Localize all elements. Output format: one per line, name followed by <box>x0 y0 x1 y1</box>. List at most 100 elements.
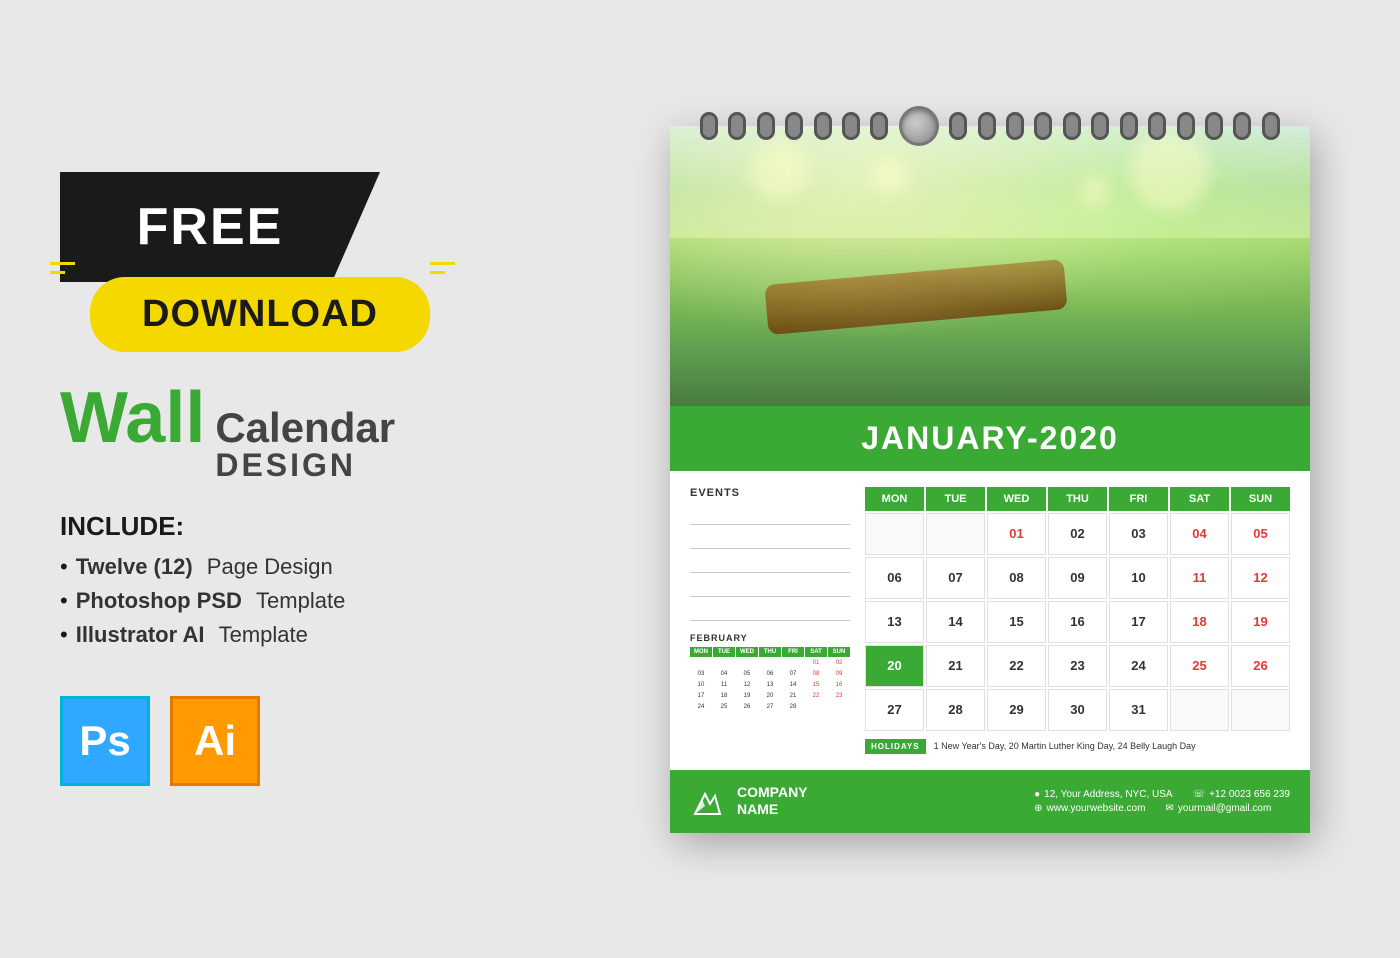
free-badge: FREE <box>60 172 380 282</box>
mini-cal-title: FEBRUARY <box>690 633 850 643</box>
day-cell: 23 <box>1048 645 1107 687</box>
include-title: INCLUDE: <box>60 511 640 542</box>
dash1 <box>50 262 75 265</box>
day-cell: 20 <box>865 645 924 687</box>
email: ✉ yourmail@gmail.com <box>1165 803 1271 814</box>
photoshop-icon-box: Ps <box>60 696 150 786</box>
day-cell <box>926 513 985 555</box>
dash2 <box>50 271 65 274</box>
coil <box>1091 112 1109 140</box>
free-text: FREE <box>137 197 284 257</box>
day-cell: 22 <box>987 645 1046 687</box>
mini-day: 24 <box>690 702 712 712</box>
title-wall: Wall <box>60 382 205 454</box>
day-cell: 30 <box>1048 689 1107 731</box>
phone-icon: ☏ <box>1193 789 1206 800</box>
day-cell: 14 <box>926 601 985 643</box>
phone: ☏ +12 0023 656 239 <box>1193 789 1290 800</box>
right-panel: JANUARY-2020 EVENTS FEBRUARY MONTUEWEDTH… <box>640 126 1340 833</box>
holidays-badge: HOLIDAYS <box>865 739 926 754</box>
mini-calendar: FEBRUARY MONTUEWEDTHUFRISATSUN0102030405… <box>690 633 850 712</box>
ai-label: Ai <box>194 717 236 765</box>
mini-day: 05 <box>736 669 758 679</box>
coil <box>978 112 996 140</box>
item-3-bold: Illustrator AI <box>76 622 205 648</box>
day-cell: 13 <box>865 601 924 643</box>
bokeh <box>1080 176 1110 206</box>
day-cell <box>865 513 924 555</box>
list-item: • Twelve (12) Page Design <box>60 554 640 580</box>
event-line <box>690 505 850 525</box>
day-cell: 15 <box>987 601 1046 643</box>
mini-day: 25 <box>713 702 735 712</box>
calendar-content: EVENTS FEBRUARY MONTUEWEDTHUFRISATSUN010… <box>690 487 1290 754</box>
mini-day: 07 <box>782 669 804 679</box>
mini-day: 13 <box>759 680 781 690</box>
holidays-text: 1 New Year's Day, 20 Martin Luther King … <box>934 741 1196 751</box>
mini-day <box>759 658 781 668</box>
day-headers: MONTUEWEDTHUFRISATSUN <box>865 487 1290 511</box>
list-item: • Photoshop PSD Template <box>60 588 640 614</box>
include-section: INCLUDE: • Twelve (12) Page Design • Pho… <box>60 511 640 656</box>
main-grid-container: MONTUEWEDTHUFRISATSUN 010203040506070809… <box>865 487 1290 754</box>
day-cell: 24 <box>1109 645 1168 687</box>
mini-day: 18 <box>713 691 735 701</box>
mini-day: 03 <box>690 669 712 679</box>
day-cell: 12 <box>1231 557 1290 599</box>
spiral-binding <box>670 104 1310 148</box>
location-icon: ● <box>1034 789 1040 800</box>
mini-day <box>736 658 758 668</box>
days-grid: 0102030405060708091011121314151617181920… <box>865 513 1290 731</box>
mini-day <box>690 658 712 668</box>
mini-day: 14 <box>782 680 804 690</box>
coil <box>1177 112 1195 140</box>
holidays-row: HOLIDAYS 1 New Year's Day, 20 Martin Lut… <box>865 739 1290 754</box>
calendar-footer: COMPANY NAME ● 12, Your Address, NYC, US… <box>670 770 1310 833</box>
day-cell: 29 <box>987 689 1046 731</box>
coil <box>949 112 967 140</box>
day-cell: 27 <box>865 689 924 731</box>
mini-day: 26 <box>736 702 758 712</box>
mini-day-header: WED <box>736 647 758 657</box>
day-cell: 28 <box>926 689 985 731</box>
mini-day: 21 <box>782 691 804 701</box>
mini-day: 22 <box>805 691 827 701</box>
day-cell: 02 <box>1048 513 1107 555</box>
title-calendar-top: Calendar <box>215 407 395 449</box>
mini-day: 08 <box>805 669 827 679</box>
title-calendar: Calendar DESIGN <box>215 407 395 481</box>
day-cell: 04 <box>1170 513 1229 555</box>
mini-day-header: TUE <box>713 647 735 657</box>
coil <box>785 112 803 140</box>
day-cell: 19 <box>1231 601 1290 643</box>
website: ⊕ www.yourwebsite.com <box>1034 803 1145 814</box>
coil <box>870 112 888 140</box>
dash4 <box>430 271 445 274</box>
coil <box>1034 112 1052 140</box>
day-cell: 09 <box>1048 557 1107 599</box>
mini-day-header: MON <box>690 647 712 657</box>
contact-info: ● 12, Your Address, NYC, USA ☏ +12 0023 … <box>1034 789 1290 814</box>
day-cell <box>1170 689 1229 731</box>
calendar-photo <box>670 126 1310 406</box>
mini-day-header: SUN <box>828 647 850 657</box>
dash-right <box>430 262 455 274</box>
day-cell: 10 <box>1109 557 1168 599</box>
left-panel: FREE DOWNLOAD Wall Calendar DESIGN INCLU… <box>60 172 640 786</box>
coil <box>728 112 746 140</box>
events-column: EVENTS FEBRUARY MONTUEWEDTHUFRISATSUN010… <box>690 487 850 754</box>
day-header: THU <box>1048 487 1107 511</box>
ps-label: Ps <box>79 717 130 765</box>
illustrator-icon-box: Ai <box>170 696 260 786</box>
mini-day-header: THU <box>759 647 781 657</box>
mini-day <box>828 702 850 712</box>
day-cell: 21 <box>926 645 985 687</box>
day-cell: 18 <box>1170 601 1229 643</box>
mini-day: 04 <box>713 669 735 679</box>
day-header: MON <box>865 487 924 511</box>
mini-day: 27 <box>759 702 781 712</box>
mini-day: 09 <box>828 669 850 679</box>
day-cell: 16 <box>1048 601 1107 643</box>
day-cell: 11 <box>1170 557 1229 599</box>
bullet-2: • <box>60 588 68 614</box>
